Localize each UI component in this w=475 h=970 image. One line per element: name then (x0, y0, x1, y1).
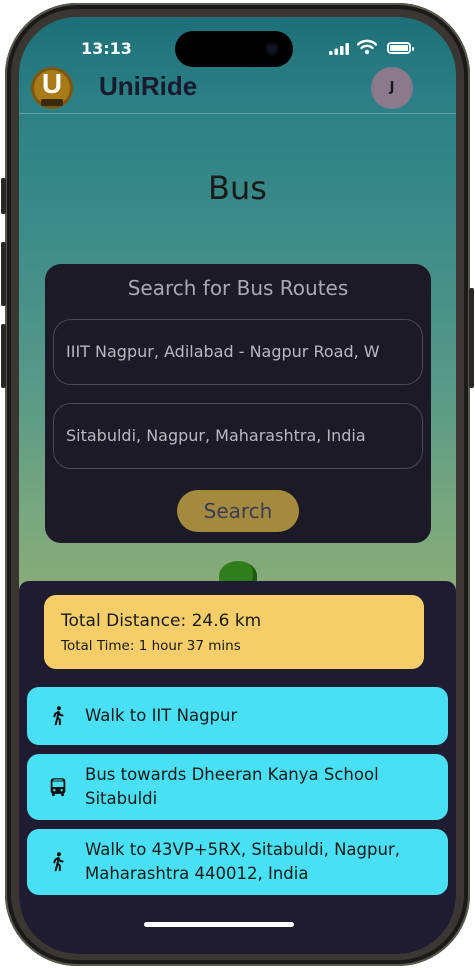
volume-down-button (1, 324, 6, 388)
route-step-text: Bus towards Dheeran Kanya School Sitabul… (85, 765, 379, 808)
route-step[interactable]: Bus towards Dheeran Kanya School Sitabul… (27, 754, 448, 820)
header-divider (19, 113, 456, 114)
action-button (1, 178, 6, 214)
wifi-icon (357, 39, 377, 55)
signal-icon (329, 43, 349, 55)
total-time: Total Time: 1 hour 37 mins (61, 638, 241, 654)
total-distance: Total Distance: 24.6 km (61, 611, 262, 631)
status-time: 13:13 (81, 39, 132, 58)
user-avatar[interactable]: J (371, 67, 413, 109)
search-card-title: Search for Bus Routes (127, 276, 349, 300)
page-title: Bus (208, 169, 267, 207)
route-step[interactable]: Walk to 43VP+5RX, Sitabuldi, Nagpur, Mah… (27, 829, 448, 895)
route-sheet: Total Distance: 24.6 km Total Time: 1 ho… (19, 581, 456, 954)
logo-letter: U (41, 68, 63, 99)
bus-icon (50, 778, 66, 797)
app-logo[interactable]: U (31, 67, 73, 109)
phone-screen: 13:13 U UniRide J Bus Search for Bus Rou… (19, 17, 456, 954)
route-step[interactable]: Walk to IIT Nagpur (27, 687, 448, 745)
route-step-text: Walk to IIT Nagpur (85, 706, 238, 725)
search-card: Search for Bus Routes IIIT Nagpur, Adila… (45, 264, 431, 543)
origin-input[interactable]: IIIT Nagpur, Adilabad - Nagpur Road, W (53, 319, 423, 385)
battery-icon (387, 42, 414, 54)
app-name: UniRide (99, 71, 198, 101)
camera-icon (265, 42, 279, 56)
logo-band (41, 99, 63, 106)
walk-icon (53, 852, 64, 872)
volume-up-button (1, 242, 6, 306)
route-summary: Total Distance: 24.6 km Total Time: 1 ho… (44, 595, 424, 669)
home-indicator[interactable] (144, 922, 294, 927)
dynamic-island (175, 31, 293, 67)
walk-icon (53, 706, 64, 726)
search-button[interactable]: Search (177, 490, 299, 532)
route-step-text: Walk to 43VP+5RX, Sitabuldi, Nagpur, Mah… (85, 840, 400, 883)
destination-input[interactable]: Sitabuldi, Nagpur, Maharashtra, India (53, 403, 423, 469)
side-button (469, 288, 474, 388)
